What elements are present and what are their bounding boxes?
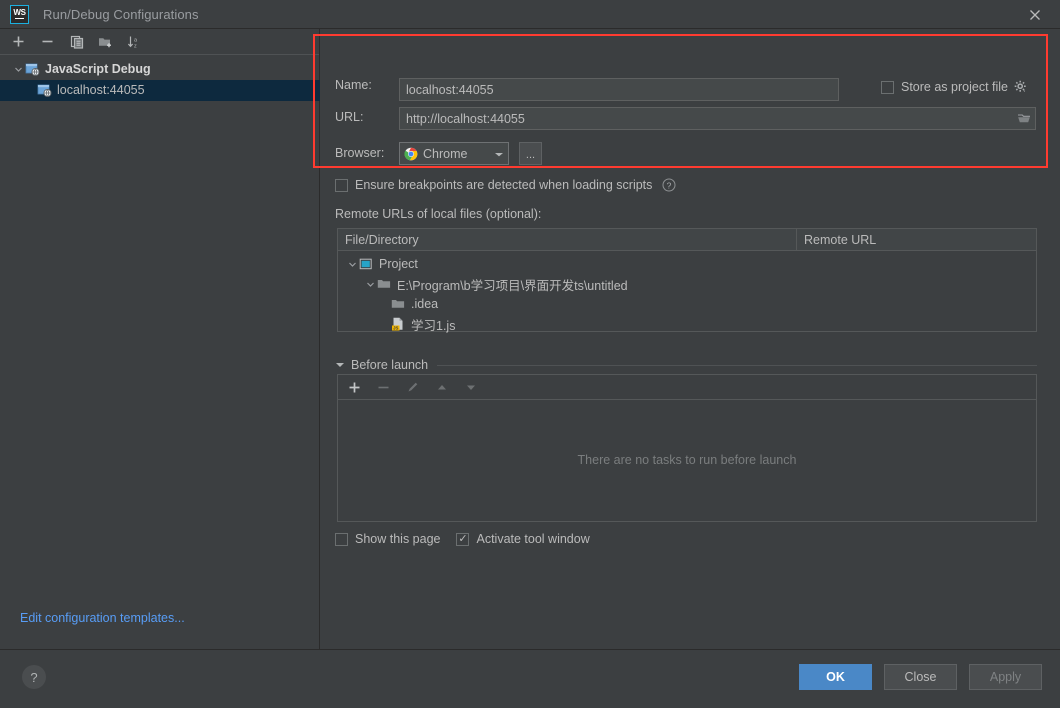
name-input[interactable]: localhost:44055 — [399, 78, 839, 101]
show-this-page-row: Show this page — [335, 532, 440, 546]
plus-icon[interactable] — [346, 379, 363, 396]
copy-icon[interactable] — [68, 33, 85, 50]
folder-icon — [377, 276, 394, 292]
column-header-file-directory: File/Directory — [338, 229, 797, 250]
activate-tool-window-label: Activate tool window — [476, 532, 590, 546]
tree-item-javascript-debug[interactable]: JavaScript Debug — [0, 59, 319, 80]
section-divider — [437, 364, 1037, 366]
svg-text:JS: JS — [393, 326, 398, 331]
dialog-buttons: OK Close Apply — [799, 664, 1042, 690]
tree-item-localhost-44055[interactable]: localhost:44055 — [0, 80, 320, 101]
tree-item-label: localhost:44055 — [57, 83, 145, 97]
table-row-label: E:\Program\b学习项目\界面开发ts\untitled — [397, 278, 628, 293]
table-row-label: Project — [379, 257, 418, 271]
question-circle-icon[interactable]: ? — [662, 178, 676, 192]
browser-label: Browser: — [335, 146, 385, 160]
table-row[interactable]: Project — [338, 254, 1036, 274]
arrow-down-icon — [462, 379, 479, 396]
webstorm-logo-icon: WS — [10, 4, 29, 24]
name-label: Name: — [335, 78, 372, 92]
project-icon — [359, 256, 376, 272]
folder-icon[interactable] — [1013, 108, 1035, 129]
minus-icon[interactable] — [39, 33, 56, 50]
before-launch-empty-message: There are no tasks to run before launch — [577, 453, 797, 467]
gear-icon[interactable] — [1014, 80, 1028, 94]
help-button[interactable]: ? — [22, 665, 46, 689]
ensure-breakpoints-label: Ensure breakpoints are detected when loa… — [355, 178, 653, 192]
js-debug-icon — [37, 83, 53, 99]
browser-more-button[interactable]: ... — [519, 142, 542, 165]
configurations-panel: a z JavaScript Debug localhost:44055 Edi… — [0, 29, 320, 649]
folder-icon — [391, 296, 408, 312]
table-header: File/Directory Remote URL — [338, 229, 1036, 251]
url-row: URL: — [335, 110, 363, 124]
svg-text:?: ? — [667, 180, 672, 190]
table-row-label: .idea — [411, 297, 439, 311]
configurations-tree: JavaScript Debug localhost:44055 — [0, 55, 320, 101]
chevron-down-icon[interactable] — [335, 356, 345, 374]
browser-controls: Chrome ... — [399, 142, 542, 165]
plus-icon[interactable] — [10, 33, 27, 50]
configurations-toolbar: a z — [0, 29, 319, 55]
before-launch-title: Before launch — [351, 358, 429, 372]
arrow-up-icon — [433, 379, 450, 396]
edit-configuration-templates-link[interactable]: Edit configuration templates... — [20, 611, 185, 625]
pencil-icon — [404, 379, 421, 396]
table-row[interactable]: JS 学习1.js — [338, 314, 1036, 334]
url-input-value: http://localhost:44055 — [406, 111, 525, 126]
chrome-icon — [404, 147, 418, 161]
url-label: URL: — [335, 110, 364, 124]
before-launch-panel: There are no tasks to run before launch — [337, 374, 1037, 522]
minus-icon — [375, 379, 392, 396]
webstorm-logo-bar — [15, 17, 24, 20]
show-this-page-label: Show this page — [355, 532, 441, 546]
js-file-icon: JS — [391, 316, 408, 332]
name-input-value: localhost:44055 — [406, 82, 494, 97]
chevron-down-icon[interactable] — [494, 145, 504, 163]
file-tree: Project E:\Program\b学习项目\界面开发ts\untitled — [338, 251, 1036, 334]
remote-urls-table: File/Directory Remote URL Project E:\Pro… — [337, 228, 1037, 334]
window-title: Run/Debug Configurations — [43, 6, 199, 22]
browser-select[interactable]: Chrome — [399, 142, 509, 165]
url-input[interactable]: http://localhost:44055 — [399, 107, 1036, 130]
browser-row: Browser: — [335, 146, 384, 160]
before-launch-toolbar — [338, 375, 1036, 400]
table-row[interactable]: E:\Program\b学习项目\界面开发ts\untitled — [338, 274, 1036, 294]
activate-tool-window-row: Activate tool window — [456, 532, 590, 546]
close-button[interactable]: Close — [884, 664, 957, 690]
activate-tool-window-checkbox[interactable] — [456, 532, 470, 546]
remote-urls-label: Remote URLs of local files (optional): — [335, 207, 542, 221]
js-debug-icon — [25, 62, 41, 78]
ensure-breakpoints-checkbox[interactable] — [335, 178, 348, 192]
ensure-breakpoints-row: Ensure breakpoints are detected when loa… — [335, 178, 676, 192]
table-row[interactable]: .idea — [338, 294, 1036, 314]
close-icon[interactable] — [1026, 6, 1044, 24]
chevron-down-icon[interactable] — [363, 280, 377, 289]
table-row-label: 学习1.js — [411, 318, 456, 333]
store-as-project-file-checkbox[interactable] — [881, 80, 894, 94]
browser-select-value: Chrome — [423, 146, 468, 161]
name-row: Name: — [335, 78, 399, 92]
launch-options: Show this page Activate tool window — [335, 532, 590, 546]
ok-button[interactable]: OK — [799, 664, 872, 690]
store-as-project-file-row: Store as project file — [881, 80, 1028, 94]
chevron-down-icon[interactable] — [345, 260, 359, 269]
folder-add-icon[interactable] — [97, 33, 114, 50]
store-as-project-file-label: Store as project file — [901, 80, 1008, 94]
chevron-down-icon[interactable] — [12, 65, 25, 74]
configuration-form: Name: localhost:44055 Store as project f… — [321, 29, 1060, 649]
column-header-remote-url: Remote URL — [804, 233, 877, 247]
svg-text:z: z — [134, 43, 137, 49]
before-launch-header[interactable]: Before launch — [335, 356, 1037, 374]
sort-az-icon[interactable]: a z — [126, 33, 143, 50]
title-bar: WS Run/Debug Configurations — [0, 0, 1060, 29]
apply-button[interactable]: Apply — [969, 664, 1042, 690]
tree-item-label: JavaScript Debug — [45, 62, 151, 76]
webstorm-logo-text: WS — [13, 7, 26, 17]
show-this-page-checkbox[interactable] — [335, 532, 348, 546]
